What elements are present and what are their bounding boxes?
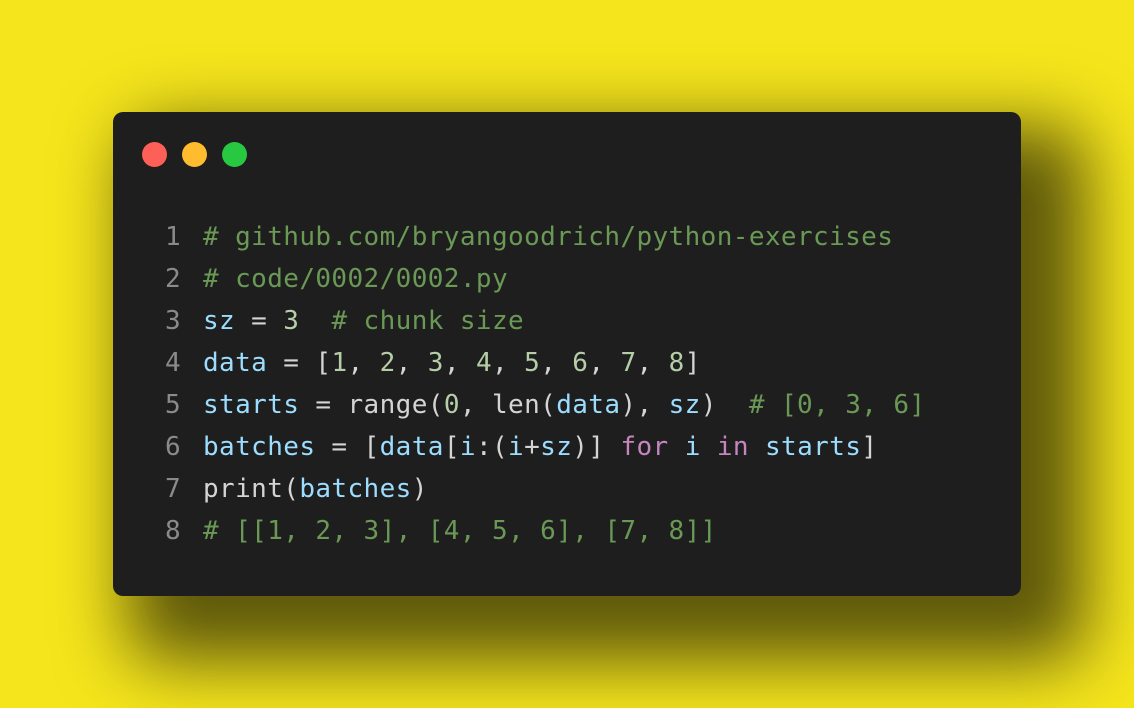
minimize-button[interactable]	[182, 142, 207, 167]
code-token-number: 4	[475, 348, 493, 378]
code-token-comment: # [[1, 2, 3], [4, 5, 6], [7, 8]]	[203, 516, 717, 546]
code-token-variable: batches	[299, 474, 412, 504]
code-token-variable: sz	[540, 432, 573, 462]
code-token-variable: i	[684, 432, 701, 462]
line-number: 6	[165, 432, 182, 462]
code-token-plain: ,	[588, 348, 621, 378]
code-token-plain: = range(	[299, 390, 444, 420]
code-line: 4 data = [1, 2, 3, 4, 5, 6, 7, 8]	[165, 342, 1005, 384]
code-token-plain: )	[411, 474, 428, 504]
code-line: 2 # code/0002/0002.py	[165, 258, 1005, 300]
code-token-variable: starts	[203, 390, 300, 420]
code-token-plain: ,	[492, 348, 525, 378]
code-token-plain: print(	[203, 474, 300, 504]
code-token-plain: ,	[540, 348, 573, 378]
code-token-variable: sz	[203, 306, 236, 336]
line-number: 3	[165, 306, 182, 336]
line-code: # github.com/bryangoodrich/python-exerci…	[203, 222, 893, 252]
window-titlebar	[113, 112, 1021, 192]
code-token-variable: i	[459, 432, 476, 462]
maximize-button[interactable]	[222, 142, 247, 167]
code-token-variable: data	[556, 390, 621, 420]
code-token-number: 7	[620, 348, 637, 378]
code-token-variable: data	[379, 432, 444, 462]
code-editor: 1 # github.com/bryangoodrich/python-exerc…	[165, 216, 1005, 552]
code-window: 1 # github.com/bryangoodrich/python-exerc…	[113, 112, 1021, 596]
code-token-variable: data	[203, 348, 268, 378]
code-token-plain: ),	[620, 390, 669, 420]
close-button[interactable]	[142, 142, 167, 167]
code-line: 3 sz = 3 # chunk size	[165, 300, 1005, 342]
code-token-number: 3	[283, 306, 300, 336]
code-token-plain: ,	[347, 348, 380, 378]
line-code: # code/0002/0002.py	[203, 264, 508, 294]
code-token-plain: ]	[684, 348, 701, 378]
code-token-plain: )]	[572, 432, 621, 462]
code-line: 6 batches = [data[i:(i+sz)] for i in star…	[165, 426, 1005, 468]
code-token-keyword: for	[620, 432, 669, 462]
code-token-plain: ,	[395, 348, 428, 378]
code-token-number: 0	[443, 390, 460, 420]
code-token-plain: ,	[443, 348, 476, 378]
code-token-comment: # chunk size	[331, 306, 525, 336]
code-token-variable: batches	[203, 432, 316, 462]
code-token-comment: # github.com/bryangoodrich/python-exerci…	[203, 222, 894, 252]
code-token-plain: )	[700, 390, 749, 420]
code-token-plain: [	[443, 432, 460, 462]
code-token-number: 8	[668, 348, 685, 378]
line-code: data = [1, 2, 3, 4, 5, 6, 7, 8]	[203, 348, 701, 378]
line-code: print(batches)	[203, 474, 428, 504]
code-token-plain: ]	[861, 432, 878, 462]
line-code: sz = 3 # chunk size	[203, 306, 524, 336]
code-token-number: 6	[572, 348, 589, 378]
line-code: starts = range(0, len(data), sz) # [0, 3…	[203, 390, 925, 420]
code-line: 1 # github.com/bryangoodrich/python-exerc…	[165, 216, 1005, 258]
code-token-variable: sz	[668, 390, 701, 420]
code-token-number: 1	[331, 348, 348, 378]
code-token-keyword: in	[716, 432, 749, 462]
line-code: # [[1, 2, 3], [4, 5, 6], [7, 8]]	[203, 516, 717, 546]
line-number: 5	[165, 390, 182, 420]
code-token-plain: , len(	[459, 390, 557, 420]
code-token-variable: i	[508, 432, 525, 462]
line-number: 2	[165, 264, 182, 294]
code-token-plain: =	[235, 306, 284, 336]
line-number: 1	[165, 222, 182, 252]
code-token-plain: = [	[267, 348, 332, 378]
code-token-plain: +	[524, 432, 541, 462]
code-token-comment: # code/0002/0002.py	[203, 264, 509, 294]
code-line: 7 print(batches)	[165, 468, 1005, 510]
line-number: 4	[165, 348, 182, 378]
code-token-number: 3	[427, 348, 444, 378]
code-token-comment: # [0, 3, 6]	[748, 390, 926, 420]
line-number: 8	[165, 516, 182, 546]
code-token-number: 2	[379, 348, 396, 378]
code-token-plain: :(	[475, 432, 509, 462]
code-token-variable: starts	[764, 432, 862, 462]
line-number: 7	[165, 474, 182, 504]
code-line: 5 starts = range(0, len(data), sz) # [0, …	[165, 384, 1005, 426]
code-line: 8 # [[1, 2, 3], [4, 5, 6], [7, 8]]	[165, 510, 1005, 552]
code-token-plain: ,	[636, 348, 669, 378]
code-token-plain: = [	[315, 432, 380, 462]
code-token-number: 5	[524, 348, 541, 378]
line-code: batches = [data[i:(i+sz)] for i in start…	[203, 432, 877, 462]
